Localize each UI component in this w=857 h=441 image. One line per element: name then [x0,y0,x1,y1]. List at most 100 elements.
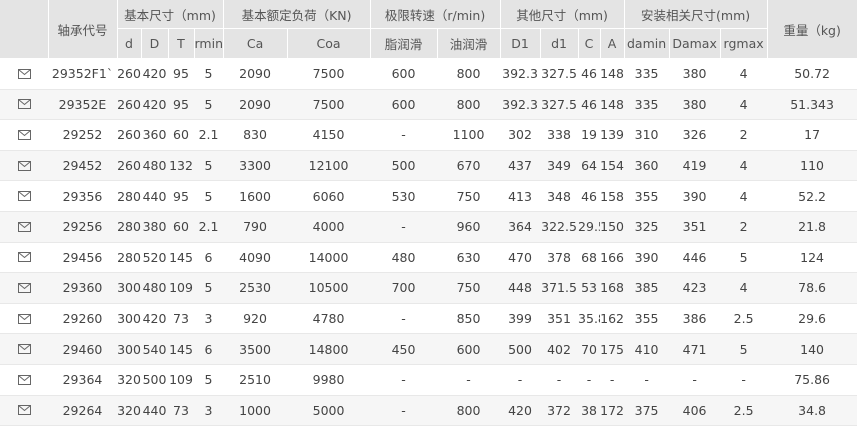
cell-weight: 51.343 [767,89,857,121]
cell-damax: 386 [669,303,721,335]
cell-D1: 392.3 [500,58,541,90]
envelope-icon [17,99,31,110]
cell-model: 29356 [48,180,117,212]
cell-damax: 419 [669,150,721,182]
inquiry-mail-button[interactable] [0,395,48,427]
header-group-basic-dimensions: 基本尺寸（mm) [117,0,224,29]
cell-damax: 446 [669,242,721,274]
inquiry-mail-button[interactable] [0,89,48,121]
cell-ca: 1000 [223,395,288,427]
cell-A: 172 [600,395,625,427]
cell-d1: 327.5 [540,89,579,121]
cell-model: 29360 [48,272,117,304]
cell-coa: 5000 [287,395,371,427]
cell-rmin: 6 [194,242,224,274]
bearing-spec-table: 轴承代号 基本尺寸（mm) 基本额定负荷（KN) 极限转速（r/min) 其他尺… [0,0,857,427]
cell-D: 440 [141,395,168,427]
cell-D1: 399 [500,303,541,335]
cell-damin: 325 [624,211,670,243]
table-row: 292603004207339204780-85039935135.816235… [0,303,857,335]
cell-grease-speed: - [370,364,438,396]
inquiry-mail-button[interactable] [0,211,48,243]
cell-A: 162 [600,303,625,335]
envelope-icon [17,374,31,385]
cell-C: 70 [578,333,601,365]
table-row: 29264 320 440 73 3 1000 5000-800 420 372 38 172 375… [0,395,857,427]
cell-grease-speed: 700 [370,272,438,304]
cell-T: 60 [168,211,194,243]
inquiry-mail-button[interactable] [0,119,48,151]
cell-A: 166 [600,242,625,274]
cell-rgmax: 2.5 [720,303,768,335]
cell-D: 540 [141,333,168,365]
inquiry-mail-button[interactable] [0,58,48,90]
envelope-icon [17,68,31,79]
header-sub-damax: Damax [669,28,721,59]
inquiry-mail-button[interactable] [0,333,48,365]
cell-ca: 2530 [223,272,288,304]
cell-A: 175 [600,333,625,365]
cell-d: 280 [117,242,141,274]
cell-T: 95 [168,58,194,90]
cell-d1: 322.5 [540,211,579,243]
cell-D1: 392.3 [500,89,541,121]
cell-C: 19 [578,119,601,151]
cell-grease-speed: - [370,395,438,427]
cell-D1: 500 [500,333,541,365]
cell-damin: 410 [624,333,670,365]
cell-ca: 1600 [223,180,288,212]
cell-coa: 7500 [287,58,371,90]
cell-C: 53 [578,272,601,304]
cell-rmin: 5 [194,150,224,182]
cell-damin: 310 [624,119,670,151]
cell-weight: 34.8 [767,395,857,427]
cell-T: 95 [168,89,194,121]
cell-oil-speed: 600 [437,333,501,365]
cell-grease-speed: 450 [370,333,438,365]
cell-grease-speed: - [370,303,438,335]
cell-damin: 385 [624,272,670,304]
inquiry-mail-button[interactable] [0,303,48,335]
inquiry-mail-button[interactable] [0,364,48,396]
inquiry-mail-button[interactable] [0,150,48,182]
header-sub-C: C [578,28,601,59]
header-sub-T: T [168,28,195,59]
cell-d1: 378 [540,242,579,274]
envelope-icon [17,252,31,263]
cell-C: 46 [578,58,601,90]
cell-d1: 371.5 [540,272,579,304]
inquiry-mail-button[interactable] [0,180,48,212]
cell-damax: 326 [669,119,721,151]
cell-ca: 4090 [223,242,288,274]
cell-rgmax: 4 [720,272,768,304]
cell-rmin: 6 [194,333,224,365]
cell-A: 148 [600,58,625,90]
cell-ca: 2510 [223,364,288,396]
header-sub-grease: 脂润滑 [370,28,438,59]
cell-coa: 4150 [287,119,371,151]
header-group-speed-limit: 极限转速（r/min) [370,0,501,29]
cell-C: - [578,364,601,396]
cell-rmin: 5 [194,58,224,90]
cell-D1: - [500,364,541,396]
cell-coa: 4000 [287,211,371,243]
inquiry-mail-button[interactable] [0,242,48,274]
cell-D: 480 [141,272,168,304]
envelope-icon [17,191,31,202]
cell-damin: 355 [624,303,670,335]
cell-damin: 360 [624,150,670,182]
cell-oil-speed: 1100 [437,119,501,151]
cell-D: 380 [141,211,168,243]
cell-oil-speed: - [437,364,501,396]
cell-damin: 335 [624,58,670,90]
header-sub-rgmax: rgmax [720,28,768,59]
cell-C: 38 [578,395,601,427]
cell-weight: 21.8 [767,211,857,243]
cell-model: 29460 [48,333,117,365]
table-row: 29356 280 440 95 5 1600 6060 530 750 413 348 46 158 3… [0,180,857,212]
cell-coa: 7500 [287,89,371,121]
header-group-load-rating: 基本额定负荷（KN) [223,0,371,29]
cell-rgmax: 4 [720,180,768,212]
table-row: 29256280380602.17904000-960364322.529.51… [0,211,857,243]
inquiry-mail-button[interactable] [0,272,48,304]
